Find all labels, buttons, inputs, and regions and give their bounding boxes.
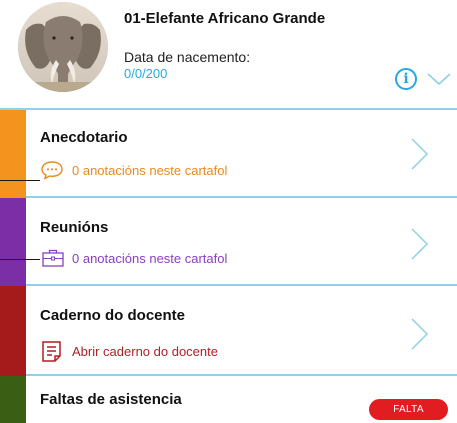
notebook-icon bbox=[42, 341, 61, 362]
folder-row-reunions[interactable]: Reunións 0 anotacións neste cartafol bbox=[0, 198, 457, 286]
birth-date-value: 0/0/200 bbox=[124, 66, 168, 81]
folder-subtitle: Abrir caderno do docente bbox=[40, 340, 218, 362]
callout-line bbox=[0, 259, 40, 260]
folder-row-anecdotario[interactable]: Anecdotario 0 anotacións neste cartafol bbox=[0, 110, 457, 198]
chevron-right-icon[interactable] bbox=[408, 316, 430, 352]
folder-subtitle: 0 anotacións neste cartafol bbox=[40, 248, 227, 268]
folder-color-stripe bbox=[0, 286, 26, 376]
info-icon[interactable]: i bbox=[395, 68, 417, 90]
speech-bubble-icon bbox=[41, 161, 63, 180]
annotations-count-label: 0 anotacións neste cartafol bbox=[72, 250, 228, 266]
chevron-down-icon[interactable] bbox=[426, 70, 452, 88]
student-name: 01-Elefante Africano Grande bbox=[124, 10, 326, 27]
folder-title: Reunións bbox=[40, 219, 109, 236]
folder-color-stripe bbox=[0, 198, 26, 286]
chevron-right-icon[interactable] bbox=[408, 226, 430, 262]
folder-title: Anecdotario bbox=[40, 129, 128, 146]
student-avatar bbox=[18, 2, 108, 92]
folder-color-stripe bbox=[0, 110, 26, 198]
folder-color-stripe bbox=[0, 376, 26, 423]
elephant-photo bbox=[18, 2, 108, 92]
callout-line bbox=[0, 180, 40, 181]
annotations-count-label: 0 anotacións neste cartafol bbox=[72, 162, 228, 178]
chevron-right-icon[interactable] bbox=[408, 136, 430, 172]
birth-date-label: Data de nacemento: bbox=[124, 49, 251, 65]
briefcase-icon bbox=[42, 249, 64, 267]
folder-title: Faltas de asistencia bbox=[40, 391, 182, 408]
absence-badge[interactable]: FALTA bbox=[369, 399, 448, 420]
folder-title: Caderno do docente bbox=[40, 307, 186, 324]
folder-row-caderno[interactable]: Caderno do docente Abrir caderno do doce… bbox=[0, 286, 457, 376]
open-notebook-link[interactable]: Abrir caderno do docente bbox=[72, 344, 218, 359]
student-header: 01-Elefante Africano Grande Data de nace… bbox=[0, 0, 457, 110]
folder-subtitle: 0 anotacións neste cartafol bbox=[40, 160, 227, 180]
